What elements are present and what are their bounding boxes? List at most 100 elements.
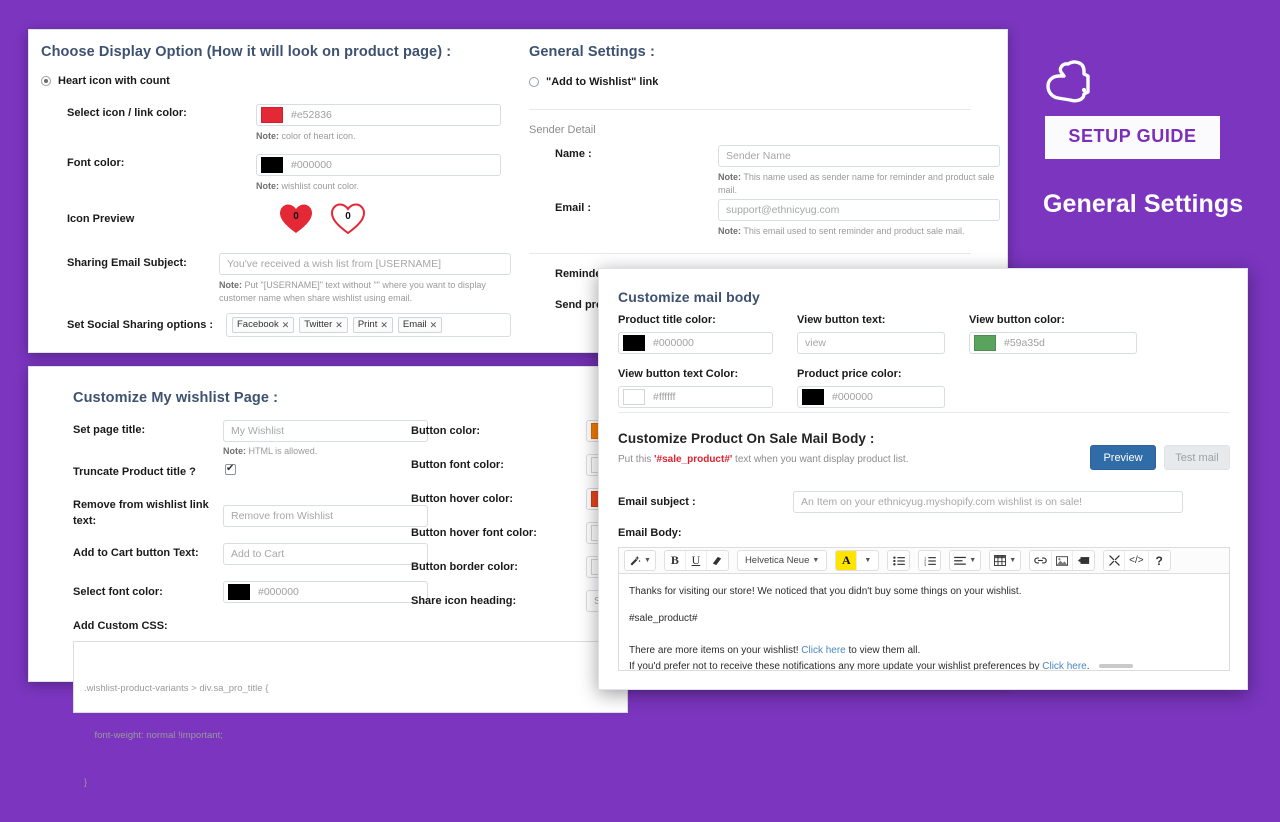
sale-mail-hint-suffix: text when you want display product list. (732, 454, 908, 465)
radio-add-to-wishlist-link-input[interactable] (529, 77, 539, 87)
product-title-color-swatch[interactable] (623, 335, 645, 351)
chip-twitter-remove-icon[interactable]: ✕ (335, 320, 343, 331)
heart-outline-count: 0 (331, 211, 365, 222)
toolbar-group-insert[interactable] (1029, 550, 1095, 571)
chip-twitter[interactable]: Twitter✕ (299, 317, 348, 332)
chip-print-remove-icon[interactable]: ✕ (380, 320, 388, 331)
email-body-scrollbar[interactable] (1099, 664, 1133, 668)
product-price-color-input[interactable]: #000000 (797, 386, 945, 408)
chip-email[interactable]: Email✕ (398, 317, 442, 332)
chip-facebook-remove-icon[interactable]: ✕ (282, 320, 290, 331)
view-button-color-value: #59a35d (1004, 337, 1045, 349)
wishlist-font-color-input[interactable]: #000000 (223, 581, 428, 603)
font-color-caret-icon[interactable]: ▼ (857, 551, 878, 570)
video-icon[interactable] (1073, 551, 1094, 570)
align-icon[interactable]: ▼ (950, 551, 980, 570)
bold-icon[interactable]: B (665, 551, 686, 570)
email-body-line-3-link[interactable]: Click here (801, 645, 845, 656)
toolbar-group-ordered-list[interactable]: 123 (918, 550, 941, 571)
sender-email-input[interactable]: support@ethnicyug.com (718, 199, 1000, 221)
font-color-swatch[interactable] (261, 157, 283, 173)
font-color-note-text: wishlist count color. (282, 181, 360, 191)
toolbar-group-lists[interactable] (887, 550, 910, 571)
magic-wand-icon[interactable]: ▼ (625, 551, 655, 570)
icon-color-swatch[interactable] (261, 107, 283, 123)
chip-email-remove-icon[interactable]: ✕ (430, 320, 438, 331)
radio-add-to-wishlist-link[interactable]: "Add to Wishlist" link (529, 76, 997, 88)
font-family-caret-icon[interactable]: ▼ (812, 557, 819, 564)
sale-mail-body-title: Customize Product On Sale Mail Body : (618, 431, 1230, 446)
magic-wand-caret-icon[interactable]: ▼ (644, 557, 651, 564)
remove-link-text-input[interactable]: Remove from Wishlist (223, 505, 428, 527)
email-body-editor[interactable]: Thanks for visiting our store! We notice… (618, 574, 1230, 671)
sender-name-input[interactable]: Sender Name (718, 145, 1000, 167)
table-icon[interactable]: ▼ (990, 551, 1020, 570)
custom-css-label: Add Custom CSS: (73, 620, 403, 632)
sender-email-label: Email : (555, 202, 591, 214)
add-to-cart-text-input[interactable]: Add to Cart (223, 543, 428, 565)
truncate-title-checkbox[interactable] (225, 464, 236, 475)
view-button-color-swatch[interactable] (974, 335, 996, 351)
clear-format-icon[interactable] (707, 551, 728, 570)
fullscreen-icon[interactable] (1104, 551, 1125, 570)
heart-filled-count: 0 (279, 211, 313, 222)
view-button-text-input[interactable]: view (797, 332, 945, 354)
ordered-list-icon[interactable]: 123 (919, 551, 940, 570)
radio-heart-icon-with-count-input[interactable] (41, 76, 51, 86)
icon-color-value: #e52836 (291, 109, 332, 121)
email-body-line-3-after: to view them all. (846, 645, 920, 656)
view-button-text-color-input[interactable]: #ffffff (618, 386, 773, 408)
set-page-title-input[interactable]: My Wishlist (223, 420, 428, 442)
toolbar-group-magic[interactable]: ▼ (624, 550, 656, 571)
toolbar-group-table[interactable]: ▼ (989, 550, 1021, 571)
icon-color-input[interactable]: #e52836 (256, 104, 501, 126)
product-price-color-swatch[interactable] (802, 389, 824, 405)
toolbar-group-font-color[interactable]: A ▼ (835, 550, 879, 571)
code-view-icon[interactable]: </> (1125, 551, 1148, 570)
mail-body-title: Customize mail body (618, 289, 760, 305)
table-caret-icon[interactable]: ▼ (1009, 557, 1016, 564)
toolbar-group-align[interactable]: ▼ (949, 550, 981, 571)
email-body-line-4-link[interactable]: Click here (1042, 661, 1086, 672)
remove-link-text-value: Remove from Wishlist (231, 510, 333, 522)
test-mail-button[interactable]: Test mail (1164, 445, 1230, 470)
image-icon[interactable] (1052, 551, 1073, 570)
set-page-title-note: Note: HTML is allowed. (223, 445, 317, 458)
align-caret-icon[interactable]: ▼ (969, 557, 976, 564)
view-button-color-field: View button color: #59a35d (969, 314, 1137, 354)
font-color-note: Note: wishlist count color. (256, 180, 359, 193)
sender-name-note: Note: This name used as sender name for … (718, 171, 998, 197)
font-color-icon[interactable]: A (836, 551, 857, 570)
toolbar-group-font-family[interactable]: Helvetica Neue ▼ (737, 550, 827, 571)
button-border-color-label: Button border color: (411, 561, 518, 573)
unordered-list-icon[interactable] (888, 551, 909, 570)
remove-link-text-label: Remove from wishlist link text: (73, 498, 213, 530)
set-page-title-note-text: HTML is allowed. (249, 446, 318, 456)
radio-heart-icon-with-count[interactable]: Heart icon with count (41, 75, 531, 87)
general-settings-title: General Settings : (529, 44, 997, 60)
sharing-subject-input[interactable]: You've received a wish list from [USERNA… (219, 253, 511, 275)
sender-name-note-text: This name used as sender name for remind… (718, 172, 994, 195)
wishlist-font-color-swatch[interactable] (228, 584, 250, 600)
add-to-cart-text-label: Add to Cart button Text: (73, 547, 199, 559)
help-icon[interactable]: ? (1149, 551, 1170, 570)
custom-css-textarea[interactable]: .wishlist-product-variants > div.sa_pro_… (73, 641, 628, 713)
chip-facebook[interactable]: Facebook✕ (232, 317, 294, 332)
email-body-line-2: #sale_product# (629, 611, 1219, 627)
toolbar-group-view[interactable]: </> ? (1103, 550, 1170, 571)
toolbar-group-format[interactable]: B U (664, 550, 729, 571)
underline-icon[interactable]: U (686, 551, 707, 570)
view-button-color-input[interactable]: #59a35d (969, 332, 1137, 354)
product-title-color-input[interactable]: #000000 (618, 332, 773, 354)
font-color-input[interactable]: #000000 (256, 154, 501, 176)
font-color-value: #000000 (291, 159, 332, 171)
font-family-select[interactable]: Helvetica Neue ▼ (738, 551, 826, 570)
set-page-title-value: My Wishlist (231, 425, 284, 437)
social-sharing-tagbox[interactable]: Facebook✕ Twitter✕ Print✕ Email✕ (226, 313, 511, 337)
preview-button[interactable]: Preview (1090, 445, 1156, 470)
chip-print[interactable]: Print✕ (353, 317, 393, 332)
email-body-toolbar[interactable]: ▼ B U Helvetica Neue ▼ A ▼ (618, 547, 1230, 574)
link-icon[interactable] (1030, 551, 1052, 570)
view-button-text-color-swatch[interactable] (623, 389, 645, 405)
email-subject-input[interactable]: An Item on your ethnicyug.myshopify.com … (793, 491, 1183, 513)
